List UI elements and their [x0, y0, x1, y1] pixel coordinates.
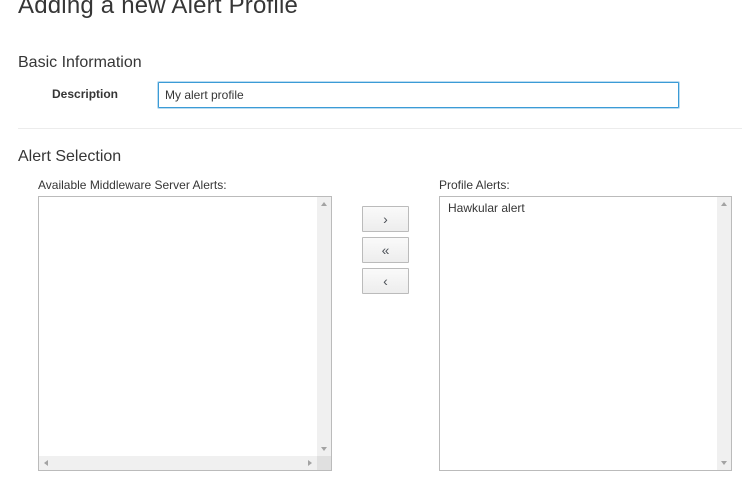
profile-alerts-label: Profile Alerts: — [439, 178, 510, 192]
description-label: Description — [52, 87, 119, 101]
scroll-up-arrow-icon[interactable] — [721, 202, 727, 206]
profile-list-vertical-scrollbar[interactable] — [717, 197, 731, 470]
page-title: Adding a new Alert Profile — [18, 0, 299, 19]
list-item[interactable]: Hawkular alert — [448, 201, 525, 215]
remove-alert-button[interactable]: ‹ — [362, 268, 409, 294]
scroll-up-arrow-icon[interactable] — [321, 202, 327, 206]
add-alert-button[interactable]: › — [362, 206, 409, 232]
description-input[interactable] — [158, 82, 679, 108]
chevron-right-icon: › — [383, 211, 388, 227]
available-alerts-list[interactable] — [38, 196, 332, 471]
scroll-down-arrow-icon[interactable] — [321, 447, 327, 451]
double-chevron-left-icon: « — [381, 242, 390, 258]
scrollbar-corner — [317, 456, 331, 470]
available-list-horizontal-scrollbar[interactable] — [39, 456, 317, 470]
chevron-left-icon: ‹ — [383, 273, 388, 289]
available-list-vertical-scrollbar[interactable] — [317, 197, 331, 456]
available-alerts-label: Available Middleware Server Alerts: — [38, 178, 227, 192]
section-divider — [18, 128, 742, 129]
scroll-left-arrow-icon[interactable] — [44, 460, 48, 466]
scroll-right-arrow-icon[interactable] — [308, 460, 312, 466]
scroll-down-arrow-icon[interactable] — [721, 461, 727, 465]
remove-all-alerts-button[interactable]: « — [362, 237, 409, 263]
profile-alerts-list[interactable]: Hawkular alert — [439, 196, 732, 471]
basic-information-heading: Basic Information — [18, 54, 142, 71]
alert-profile-page: Adding a new Alert Profile Basic Informa… — [0, 0, 742, 483]
alert-selection-heading: Alert Selection — [18, 148, 122, 165]
